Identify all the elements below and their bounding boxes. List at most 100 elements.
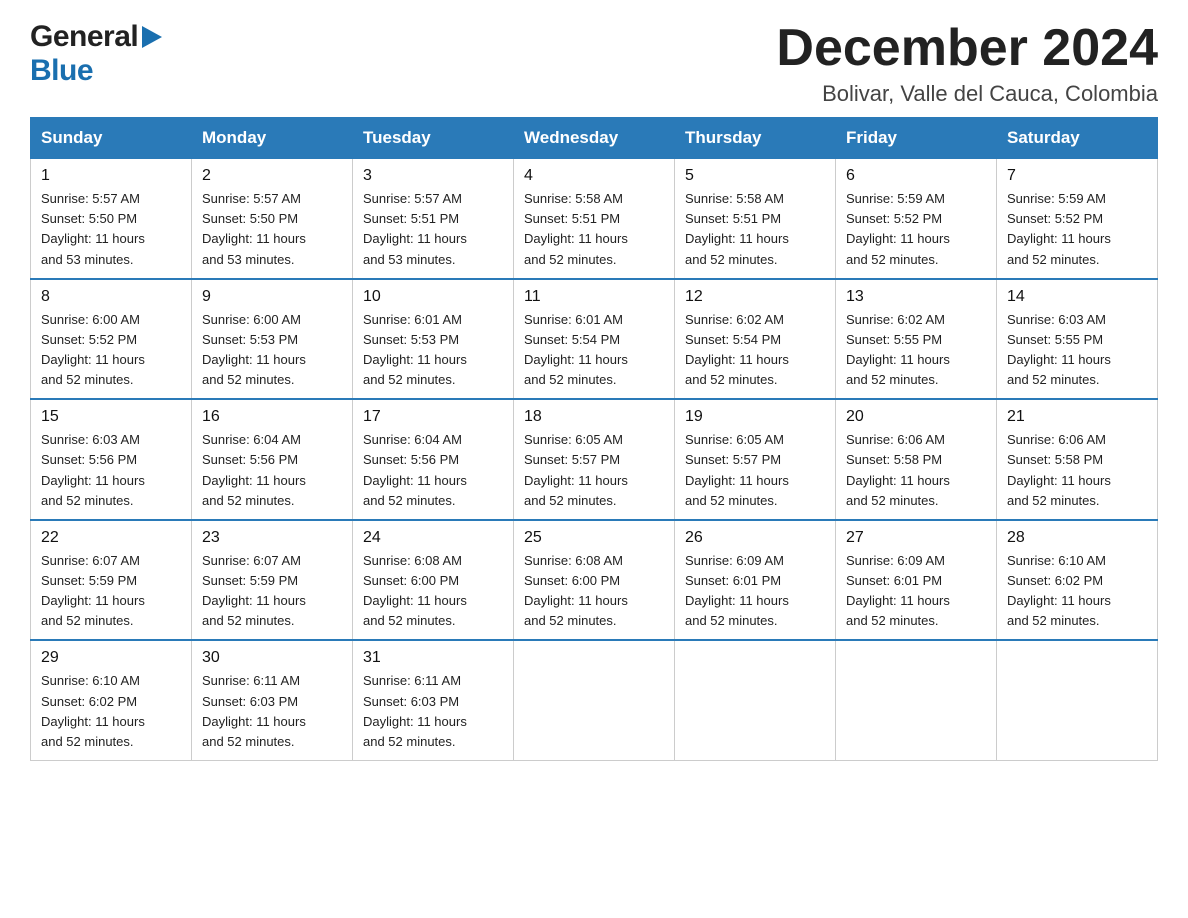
day-cell-4: 4 Sunrise: 5:58 AMSunset: 5:51 PMDayligh… (514, 159, 675, 279)
day-info: Sunrise: 5:57 AMSunset: 5:50 PMDaylight:… (202, 189, 342, 270)
day-cell-25: 25 Sunrise: 6:08 AMSunset: 6:00 PMDaylig… (514, 520, 675, 641)
header-tuesday: Tuesday (353, 118, 514, 159)
day-number: 7 (1007, 167, 1147, 185)
day-info: Sunrise: 6:05 AMSunset: 5:57 PMDaylight:… (524, 430, 664, 511)
day-info: Sunrise: 6:10 AMSunset: 6:02 PMDaylight:… (41, 671, 181, 752)
logo-triangle-icon (142, 26, 162, 53)
day-number: 23 (202, 529, 342, 547)
calendar-table: SundayMondayTuesdayWednesdayThursdayFrid… (30, 117, 1158, 761)
day-number: 31 (363, 649, 503, 667)
day-info: Sunrise: 6:09 AMSunset: 6:01 PMDaylight:… (685, 551, 825, 632)
day-number: 27 (846, 529, 986, 547)
day-number: 19 (685, 408, 825, 426)
empty-cell (997, 640, 1158, 760)
day-cell-24: 24 Sunrise: 6:08 AMSunset: 6:00 PMDaylig… (353, 520, 514, 641)
day-cell-2: 2 Sunrise: 5:57 AMSunset: 5:50 PMDayligh… (192, 159, 353, 279)
empty-cell (675, 640, 836, 760)
day-number: 25 (524, 529, 664, 547)
day-cell-5: 5 Sunrise: 5:58 AMSunset: 5:51 PMDayligh… (675, 159, 836, 279)
day-number: 4 (524, 167, 664, 185)
day-info: Sunrise: 6:11 AMSunset: 6:03 PMDaylight:… (202, 671, 342, 752)
empty-cell (836, 640, 997, 760)
day-info: Sunrise: 5:57 AMSunset: 5:51 PMDaylight:… (363, 189, 503, 270)
day-info: Sunrise: 6:08 AMSunset: 6:00 PMDaylight:… (524, 551, 664, 632)
day-info: Sunrise: 6:09 AMSunset: 6:01 PMDaylight:… (846, 551, 986, 632)
day-info: Sunrise: 6:04 AMSunset: 5:56 PMDaylight:… (202, 430, 342, 511)
day-info: Sunrise: 6:07 AMSunset: 5:59 PMDaylight:… (41, 551, 181, 632)
day-cell-1: 1 Sunrise: 5:57 AMSunset: 5:50 PMDayligh… (31, 159, 192, 279)
day-cell-18: 18 Sunrise: 6:05 AMSunset: 5:57 PMDaylig… (514, 399, 675, 520)
day-cell-7: 7 Sunrise: 5:59 AMSunset: 5:52 PMDayligh… (997, 159, 1158, 279)
day-number: 29 (41, 649, 181, 667)
header-thursday: Thursday (675, 118, 836, 159)
day-number: 6 (846, 167, 986, 185)
day-cell-13: 13 Sunrise: 6:02 AMSunset: 5:55 PMDaylig… (836, 279, 997, 400)
day-cell-10: 10 Sunrise: 6:01 AMSunset: 5:53 PMDaylig… (353, 279, 514, 400)
day-info: Sunrise: 6:01 AMSunset: 5:54 PMDaylight:… (524, 310, 664, 391)
day-number: 21 (1007, 408, 1147, 426)
day-cell-29: 29 Sunrise: 6:10 AMSunset: 6:02 PMDaylig… (31, 640, 192, 760)
day-info: Sunrise: 6:10 AMSunset: 6:02 PMDaylight:… (1007, 551, 1147, 632)
day-number: 22 (41, 529, 181, 547)
logo: General Blue (30, 20, 162, 88)
day-number: 5 (685, 167, 825, 185)
day-cell-20: 20 Sunrise: 6:06 AMSunset: 5:58 PMDaylig… (836, 399, 997, 520)
day-number: 17 (363, 408, 503, 426)
header-row: SundayMondayTuesdayWednesdayThursdayFrid… (31, 118, 1158, 159)
day-number: 20 (846, 408, 986, 426)
header-wednesday: Wednesday (514, 118, 675, 159)
day-info: Sunrise: 6:00 AMSunset: 5:52 PMDaylight:… (41, 310, 181, 391)
day-number: 30 (202, 649, 342, 667)
day-number: 14 (1007, 288, 1147, 306)
day-info: Sunrise: 6:11 AMSunset: 6:03 PMDaylight:… (363, 671, 503, 752)
day-cell-11: 11 Sunrise: 6:01 AMSunset: 5:54 PMDaylig… (514, 279, 675, 400)
day-cell-9: 9 Sunrise: 6:00 AMSunset: 5:53 PMDayligh… (192, 279, 353, 400)
day-number: 13 (846, 288, 986, 306)
day-info: Sunrise: 5:59 AMSunset: 5:52 PMDaylight:… (1007, 189, 1147, 270)
month-title: December 2024 (776, 20, 1158, 77)
header-friday: Friday (836, 118, 997, 159)
location-subtitle: Bolivar, Valle del Cauca, Colombia (776, 81, 1158, 107)
week-row-1: 1 Sunrise: 5:57 AMSunset: 5:50 PMDayligh… (31, 159, 1158, 279)
day-number: 26 (685, 529, 825, 547)
header-monday: Monday (192, 118, 353, 159)
day-info: Sunrise: 6:04 AMSunset: 5:56 PMDaylight:… (363, 430, 503, 511)
title-section: December 2024 Bolivar, Valle del Cauca, … (776, 20, 1158, 107)
day-info: Sunrise: 5:58 AMSunset: 5:51 PMDaylight:… (685, 189, 825, 270)
day-cell-6: 6 Sunrise: 5:59 AMSunset: 5:52 PMDayligh… (836, 159, 997, 279)
day-info: Sunrise: 5:59 AMSunset: 5:52 PMDaylight:… (846, 189, 986, 270)
week-row-2: 8 Sunrise: 6:00 AMSunset: 5:52 PMDayligh… (31, 279, 1158, 400)
day-number: 8 (41, 288, 181, 306)
day-number: 10 (363, 288, 503, 306)
day-number: 18 (524, 408, 664, 426)
day-number: 2 (202, 167, 342, 185)
day-info: Sunrise: 6:03 AMSunset: 5:56 PMDaylight:… (41, 430, 181, 511)
day-info: Sunrise: 6:07 AMSunset: 5:59 PMDaylight:… (202, 551, 342, 632)
day-number: 1 (41, 167, 181, 185)
day-cell-16: 16 Sunrise: 6:04 AMSunset: 5:56 PMDaylig… (192, 399, 353, 520)
day-number: 11 (524, 288, 664, 306)
day-info: Sunrise: 6:02 AMSunset: 5:54 PMDaylight:… (685, 310, 825, 391)
day-cell-23: 23 Sunrise: 6:07 AMSunset: 5:59 PMDaylig… (192, 520, 353, 641)
day-info: Sunrise: 5:57 AMSunset: 5:50 PMDaylight:… (41, 189, 181, 270)
day-cell-12: 12 Sunrise: 6:02 AMSunset: 5:54 PMDaylig… (675, 279, 836, 400)
day-number: 16 (202, 408, 342, 426)
day-cell-14: 14 Sunrise: 6:03 AMSunset: 5:55 PMDaylig… (997, 279, 1158, 400)
day-cell-26: 26 Sunrise: 6:09 AMSunset: 6:01 PMDaylig… (675, 520, 836, 641)
empty-cell (514, 640, 675, 760)
day-number: 28 (1007, 529, 1147, 547)
day-cell-28: 28 Sunrise: 6:10 AMSunset: 6:02 PMDaylig… (997, 520, 1158, 641)
day-info: Sunrise: 6:00 AMSunset: 5:53 PMDaylight:… (202, 310, 342, 391)
day-info: Sunrise: 6:03 AMSunset: 5:55 PMDaylight:… (1007, 310, 1147, 391)
logo-general-text: General (30, 20, 138, 54)
day-cell-19: 19 Sunrise: 6:05 AMSunset: 5:57 PMDaylig… (675, 399, 836, 520)
day-info: Sunrise: 6:01 AMSunset: 5:53 PMDaylight:… (363, 310, 503, 391)
day-number: 3 (363, 167, 503, 185)
week-row-4: 22 Sunrise: 6:07 AMSunset: 5:59 PMDaylig… (31, 520, 1158, 641)
header-sunday: Sunday (31, 118, 192, 159)
day-number: 15 (41, 408, 181, 426)
day-cell-21: 21 Sunrise: 6:06 AMSunset: 5:58 PMDaylig… (997, 399, 1158, 520)
day-info: Sunrise: 6:06 AMSunset: 5:58 PMDaylight:… (1007, 430, 1147, 511)
day-info: Sunrise: 6:08 AMSunset: 6:00 PMDaylight:… (363, 551, 503, 632)
page-header: General Blue December 2024 Bolivar, Vall… (30, 20, 1158, 107)
